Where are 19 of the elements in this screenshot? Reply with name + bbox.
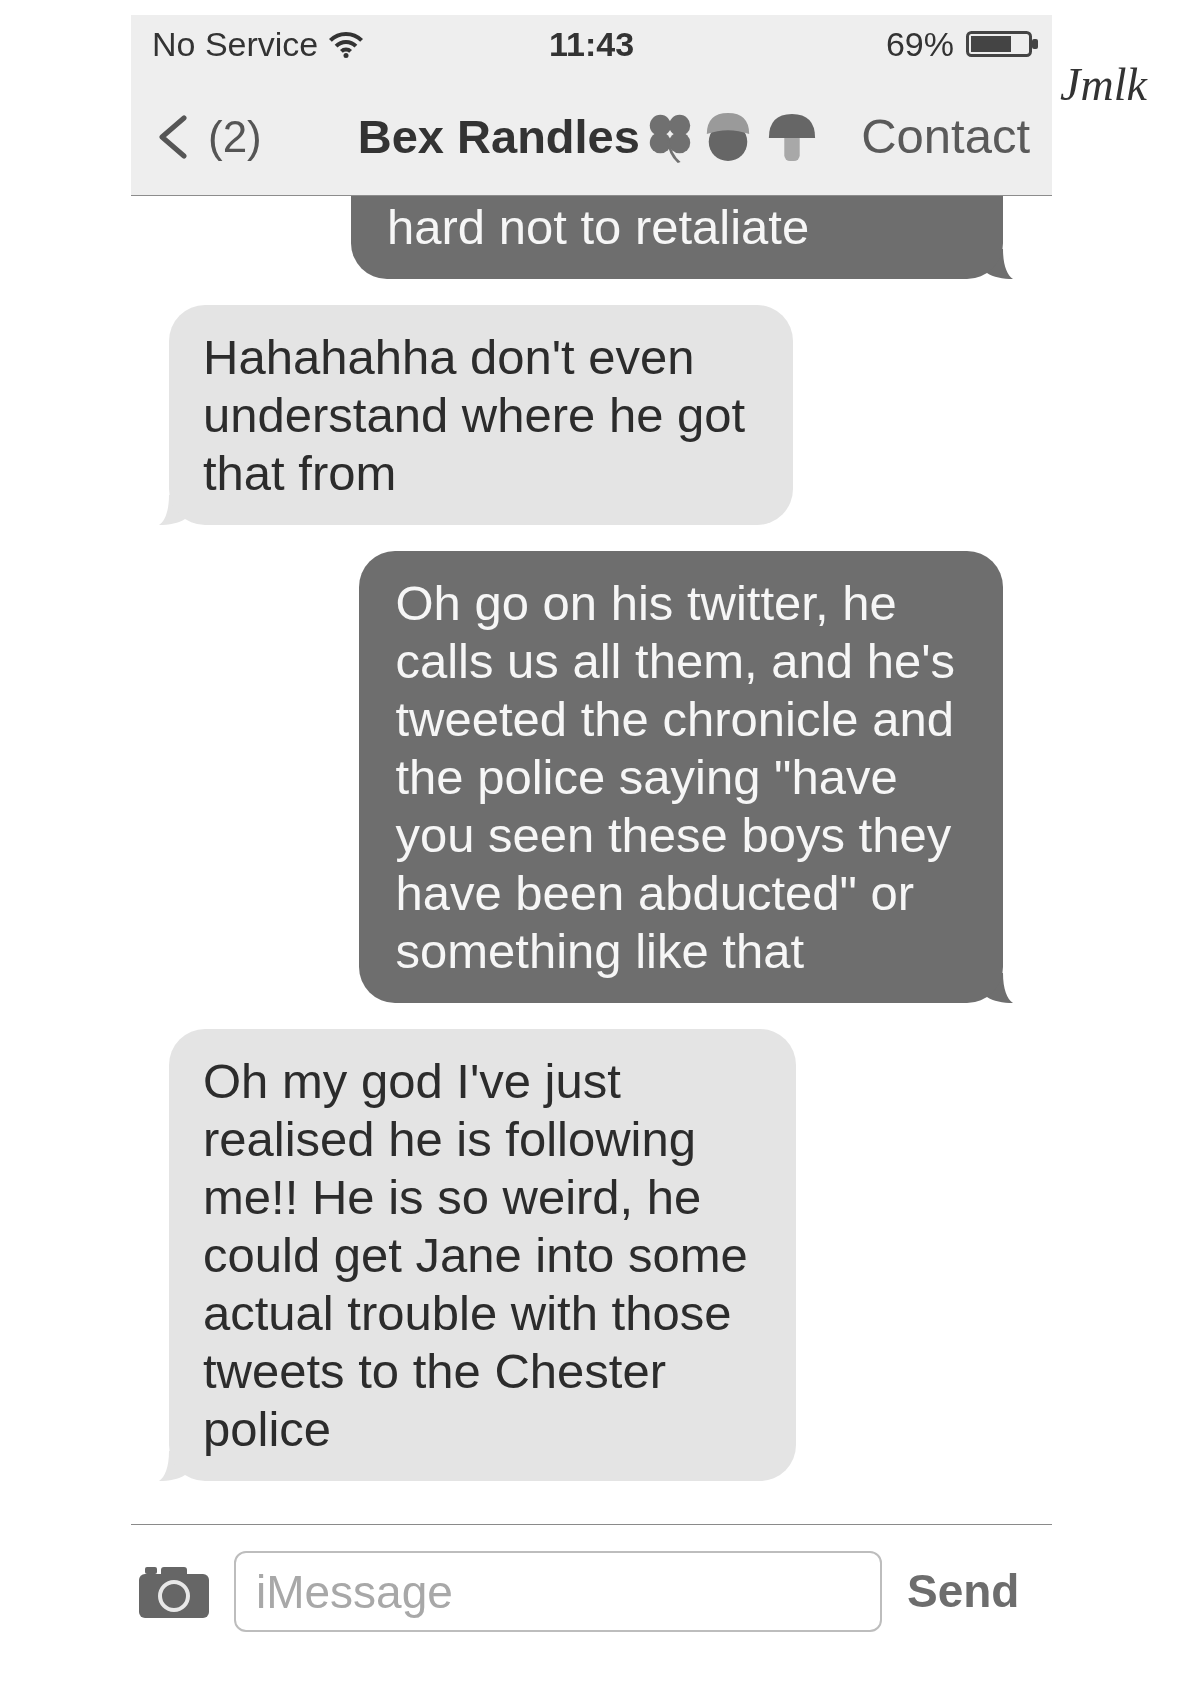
camera-icon[interactable] xyxy=(139,1565,209,1618)
bubble-tail-icon xyxy=(987,249,1013,279)
message-bubble: hard not to retaliate xyxy=(351,196,1003,279)
contact-name: Bex Randles xyxy=(357,108,640,165)
battery-icon xyxy=(966,31,1039,57)
carrier-label: No Service xyxy=(152,23,319,65)
message-bubble: Oh my god I've just realised he is following me!! He is so weird, he could get Jane into some actual trouble with those tweets to the Chester police xyxy=(169,1029,796,1481)
message-bubble: Hahahahha don't even understand where he got that from xyxy=(169,305,794,525)
message-bubble: Oh go on his twitter, he calls us all them, and he's tweeted the chronicle and the police saying "have you seen these boys they have been abducted" or something like that xyxy=(359,551,1003,1003)
handwritten-note: Jmlk xyxy=(1060,58,1147,112)
battery-percent: 69% xyxy=(885,23,954,65)
chevron-left-icon xyxy=(156,115,188,159)
clock-time: 11:43 xyxy=(548,23,635,65)
send-button[interactable]: Send xyxy=(907,1557,1020,1626)
bubble-tail-icon xyxy=(987,973,1013,1003)
message-input[interactable]: iMessage xyxy=(234,1551,882,1632)
back-button[interactable]: (2) xyxy=(156,104,262,170)
wifi-icon xyxy=(328,30,365,58)
contact-link[interactable]: Contact xyxy=(861,100,1030,174)
